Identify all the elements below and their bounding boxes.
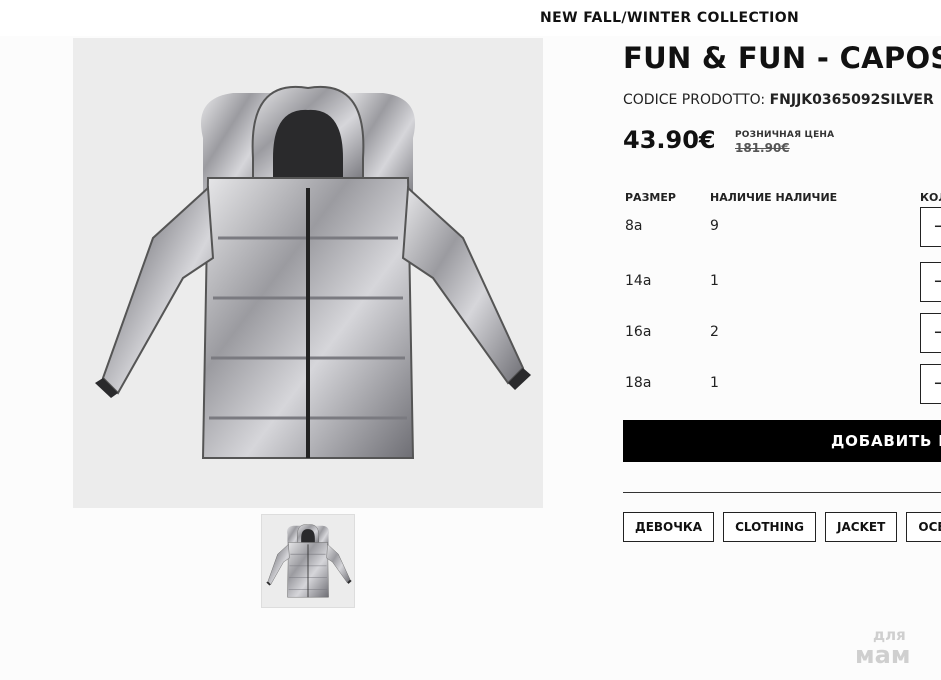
availability-value: 2 (710, 324, 719, 340)
quantity-stepper[interactable]: − (920, 313, 941, 353)
quantity-stepper[interactable]: − (920, 207, 941, 247)
header-quantity: КОЛ (920, 191, 941, 204)
tag-autumn[interactable]: ОСЕНЬ (906, 512, 941, 542)
availability-value: 1 (710, 273, 719, 289)
retail-price-block: РОЗНИЧНАЯ ЦЕНА 181.90€ (735, 130, 834, 155)
product-thumbnail[interactable] (261, 514, 355, 608)
product-info-panel: FUN & FUN - CAPOSPALLA CODICE PRODOTTO: … (623, 38, 941, 558)
header-availability: НАЛИЧИЕ НАЛИЧИЕ (710, 191, 838, 204)
size-table-header: РАЗМЕР НАЛИЧИЕ НАЛИЧИЕ КОЛ (623, 188, 941, 206)
tag-clothing[interactable]: CLOTHING (723, 512, 816, 542)
tag-jacket[interactable]: JACKET (825, 512, 898, 542)
thumbnail-jacket-image (262, 515, 354, 607)
retail-price-value: 181.90€ (735, 141, 790, 155)
header-size: РАЗМЕР (625, 191, 676, 204)
retail-price-label: РОЗНИЧНАЯ ЦЕНА (735, 130, 835, 140)
puffer-jacket-image (73, 38, 543, 508)
size-table: РАЗМЕР НАЛИЧИЕ НАЛИЧИЕ КОЛ 8a 9 − 14a 1 … (623, 188, 941, 414)
top-bar: NEW FALL/WINTER COLLECTION (0, 0, 941, 36)
watermark-line2: мам (855, 641, 911, 669)
tag-list: ДЕВОЧКА CLOTHING JACKET ОСЕНЬ (623, 512, 941, 542)
size-row: 16a 2 − (623, 312, 941, 363)
size-value: 14a (625, 273, 652, 289)
divider (623, 492, 941, 493)
tag-girl[interactable]: ДЕВОЧКА (623, 512, 715, 542)
add-to-cart-button[interactable]: ДОБАВИТЬ В (623, 420, 941, 462)
minus-icon[interactable]: − (933, 271, 941, 292)
minus-icon[interactable]: − (933, 216, 941, 237)
size-row: 14a 1 − (623, 257, 941, 312)
product-price: 43.90€ (623, 126, 716, 154)
product-title: FUN & FUN - CAPOSPALLA (623, 41, 941, 75)
size-value: 18a (625, 375, 652, 391)
size-value: 8a (625, 218, 643, 234)
main-product-image[interactable] (73, 38, 543, 508)
minus-icon[interactable]: − (933, 322, 941, 343)
quantity-stepper[interactable]: − (920, 262, 941, 302)
product-code: CODICE PRODOTTO: FNJJK0365092SILVER (623, 92, 934, 108)
availability-value: 1 (710, 375, 719, 391)
quantity-stepper[interactable]: − (920, 364, 941, 404)
availability-value: 9 (710, 218, 719, 234)
size-value: 16a (625, 324, 652, 340)
watermark-logo: для мам (855, 628, 911, 669)
product-code-value: FNJJK0365092SILVER (769, 92, 934, 108)
size-row: 8a 9 − (623, 206, 941, 257)
minus-icon[interactable]: − (933, 373, 941, 394)
announcement-banner: NEW FALL/WINTER COLLECTION (540, 10, 800, 26)
product-code-label: CODICE PRODOTTO: (623, 92, 766, 108)
size-row: 18a 1 − (623, 363, 941, 414)
